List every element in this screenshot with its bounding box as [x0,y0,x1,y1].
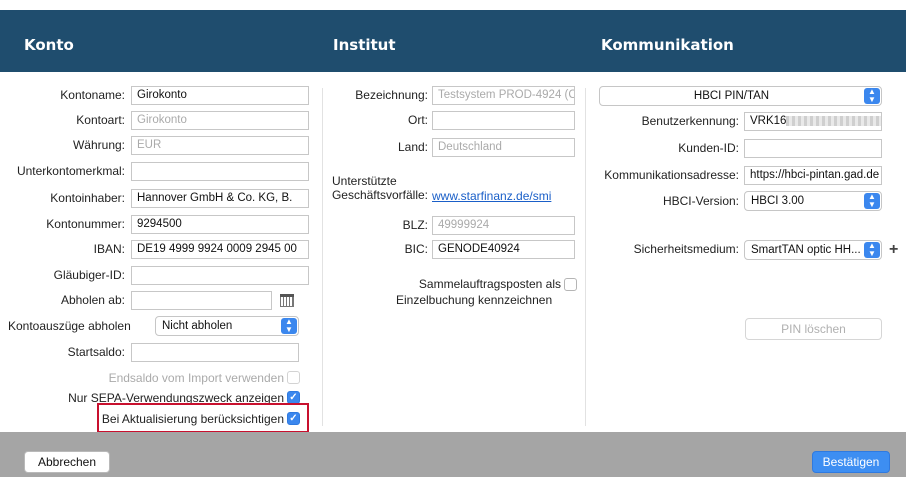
verfahren-value: HBCI PIN/TAN [693,90,770,102]
kontoart-label: Kontoart: [76,113,125,127]
kontoauszuege-value: Nicht abholen [162,320,233,332]
bic-field[interactable]: GENODE40924 [432,240,575,259]
sammelauftrag-label-2: Einzelbuchung kennzeichnen [396,293,553,307]
ort-label: Ort: [408,113,428,127]
startsaldo-label: Startsaldo: [67,345,125,359]
bezeichnung-label: Bezeichnung: [355,88,428,102]
kontoinhaber-field[interactable]: Hannover GmbH & Co. KG, B. [131,189,309,208]
startsaldo-field[interactable] [131,343,299,362]
iban-field[interactable]: DE19 4999 9924 0009 2945 00 [131,240,309,259]
kontonummer-label: Kontonummer: [46,217,125,231]
kommunikationsadresse-field[interactable]: https://hbci-pintan.gad.de [744,166,882,185]
kontoauszuege-select[interactable]: Nicht abholen ▲ ▼ [155,316,299,336]
ort-field[interactable] [432,111,575,130]
unterkontomerkmal-label: Unterkontomerkmal: [16,164,125,178]
kommunikationsadresse-label: Kommunikationsadresse: [604,168,739,182]
sicherheitsmedium-value: SmartTAN optic HH... [751,244,861,256]
chevron-up-down-icon: ▲ ▼ [864,193,880,209]
unterkontomerkmal-field[interactable] [131,162,309,181]
redacted-block [786,115,881,126]
hbci-version-value: HBCI 3.00 [751,195,805,207]
column-divider-right [585,88,586,426]
blz-label: BLZ: [402,218,428,232]
highlight-frame [97,403,309,433]
waehrung-field[interactable]: EUR [131,136,309,155]
hbci-version-select[interactable]: HBCI 3.00 ▲ ▼ [744,191,882,211]
bic-label: BIC: [404,242,428,256]
kommunikation-heading: Kommunikation [601,36,734,54]
chevron-up-down-icon: ▲ ▼ [281,318,297,334]
endsaldo-label: Endsaldo vom Import verwenden [108,371,284,385]
land-field[interactable]: Deutschland [432,138,575,157]
bestaetigen-button[interactable]: Bestätigen [812,451,890,473]
glaeubiger-id-field[interactable] [131,266,309,285]
glaeubiger-id-label: Gläubiger-ID: [53,268,125,282]
add-icon[interactable]: + [889,242,898,258]
konto-heading: Konto [24,36,74,54]
endsaldo-checkbox[interactable] [287,371,300,384]
bezeichnung-field[interactable]: Testsystem PROD-4924 (C [432,86,575,105]
abbrechen-button[interactable]: Abbrechen [24,451,110,473]
waehrung-label: Währung: [72,138,125,152]
land-label: Land: [397,140,428,154]
kontoauszuege-label: Kontoauszüge abholen [8,319,131,333]
chevron-up-down-icon: ▲ ▼ [864,242,880,258]
kontonummer-field[interactable]: 9294500 [131,215,309,234]
kunden-id-field[interactable] [744,139,882,158]
kunden-id-label: Kunden-ID: [678,141,739,155]
hbci-version-label: HBCI-Version: [662,194,739,208]
benutzerkennung-field[interactable]: VRK16 [744,112,882,131]
benutzerkennung-label: Benutzerkennung: [641,114,739,128]
chevron-up-down-icon: ▲ ▼ [864,88,880,104]
institut-heading: Institut [333,36,396,54]
abholen-ab-label: Abholen ab: [60,293,125,307]
blz-field[interactable]: 49999924 [432,216,575,235]
dialog-footer: Abbrechen Bestätigen [0,432,906,477]
iban-label: IBAN: [93,242,125,256]
geschaeftsvorfaelle-link[interactable]: www.starfinanz.de/smi [432,187,551,205]
kontoinhaber-label: Kontoinhaber: [50,191,125,205]
column-divider-left [322,88,323,426]
kontoname-label: Kontoname: [60,88,125,102]
sicherheitsmedium-select[interactable]: SmartTAN optic HH... ▲ ▼ [744,240,882,260]
kontoart-field[interactable]: Girokonto [131,111,309,130]
benutzerkennung-value: VRK16 [750,115,787,127]
calendar-icon[interactable] [280,294,294,307]
pin-loeschen-button[interactable]: PIN löschen [745,318,882,340]
kontoname-field[interactable]: Girokonto [131,86,309,105]
abholen-ab-field[interactable] [131,291,272,310]
sammelauftrag-checkbox[interactable] [564,278,577,291]
verfahren-select[interactable]: HBCI PIN/TAN ▲ ▼ [599,86,882,106]
section-header-bar: Konto Institut Kommunikation [0,10,906,72]
sicherheitsmedium-label: Sicherheitsmedium: [633,242,739,256]
unterstuetzte-label-2: Geschäftsvorfälle: [331,188,428,202]
